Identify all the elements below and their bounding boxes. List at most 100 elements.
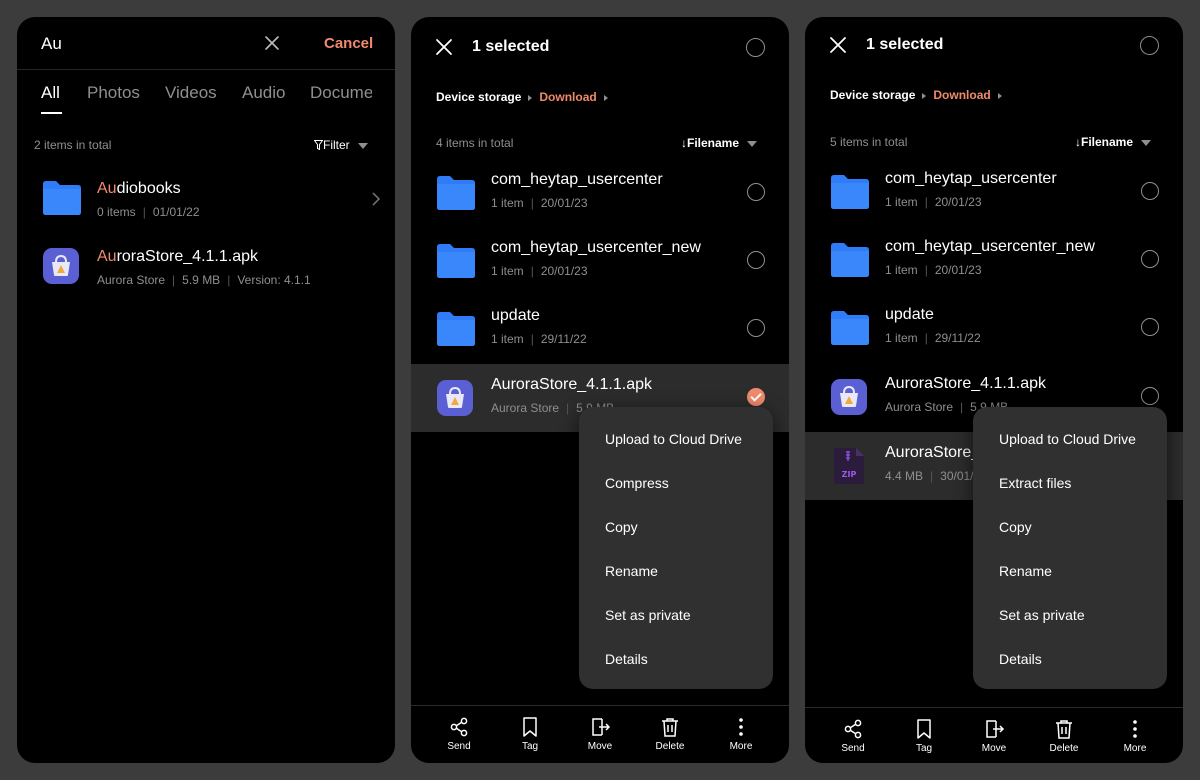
- move-button[interactable]: Move: [572, 716, 628, 752]
- item-count: 4 items in total: [436, 136, 514, 150]
- menu-item-set-private[interactable]: Set as private: [605, 607, 691, 623]
- item-count: 5 items in total: [830, 135, 908, 149]
- close-icon[interactable]: [435, 38, 453, 56]
- chevron-right-icon: [372, 192, 381, 206]
- file-name: com_heytap_usercenter: [491, 171, 663, 188]
- folder-icon: [437, 176, 475, 210]
- move-button[interactable]: Move: [966, 718, 1022, 754]
- select-all-checkbox[interactable]: [1140, 36, 1159, 55]
- menu-item-extract-files[interactable]: Extract files: [999, 475, 1071, 491]
- search-input[interactable]: Au: [41, 34, 62, 54]
- svg-text:ZIP: ZIP: [842, 470, 857, 479]
- list-item[interactable]: AuroraStore_4.1.1.apk Aurora Store|5.9 M…: [17, 232, 395, 300]
- bookmark-icon: [523, 717, 537, 737]
- select-checkbox[interactable]: [1141, 182, 1159, 200]
- menu-item-set-private[interactable]: Set as private: [999, 607, 1085, 623]
- select-checkbox[interactable]: [747, 319, 765, 337]
- sort-button[interactable]: ↓Filename: [1075, 135, 1152, 149]
- tab-audio[interactable]: Audio: [242, 83, 285, 103]
- filter-button[interactable]: Filter: [313, 138, 368, 152]
- more-label: More: [1123, 743, 1147, 754]
- list-item[interactable]: com_heytap_usercenter_new 1 item | 20/01/2…: [411, 227, 789, 295]
- send-button[interactable]: Send: [825, 718, 881, 754]
- bottom-toolbar: Send Tag Move Delete More: [411, 705, 789, 763]
- selection-title: 1 selected: [472, 38, 550, 55]
- menu-item-upload-cloud[interactable]: Upload to Cloud Drive: [605, 431, 742, 447]
- item-count: 2 items in total: [34, 138, 112, 152]
- tab-documents[interactable]: Docume: [310, 83, 372, 103]
- select-checkbox-checked[interactable]: [747, 388, 765, 406]
- more-button[interactable]: More: [713, 716, 769, 752]
- move-label: Move: [981, 743, 1007, 754]
- context-menu: Upload to Cloud Drive Compress Copy Rena…: [579, 407, 773, 689]
- menu-item-upload-cloud[interactable]: Upload to Cloud Drive: [999, 431, 1136, 447]
- breadcrumb-arrow-icon: [922, 92, 927, 99]
- file-name: AuroraStore_4.1.1.apk: [885, 375, 1046, 392]
- category-tabs: All Photos Videos Audio Docume: [17, 83, 372, 123]
- breadcrumb: Device storage Download: [830, 88, 1009, 102]
- breadcrumb-device-storage[interactable]: Device storage: [830, 88, 915, 102]
- more-button[interactable]: More: [1107, 718, 1163, 754]
- list-item[interactable]: Audiobooks 0 items | 01/01/22: [17, 164, 395, 232]
- send-label: Send: [447, 741, 471, 752]
- sort-label: Filename: [1081, 135, 1134, 149]
- delete-button[interactable]: Delete: [642, 716, 698, 752]
- tab-videos[interactable]: Videos: [165, 83, 217, 103]
- file-meta: Aurora Store | 5.9 MB | Version: 4.1.1: [97, 273, 311, 287]
- list-item[interactable]: com_heytap_usercenter_new 1 item | 20/01/2…: [805, 226, 1183, 294]
- file-name: AuroraStore_4.1.1.apk: [97, 248, 258, 265]
- chevron-down-icon: [357, 142, 368, 149]
- breadcrumb-device-storage[interactable]: Device storage: [436, 90, 521, 104]
- menu-item-copy[interactable]: Copy: [999, 519, 1032, 535]
- menu-item-rename[interactable]: Rename: [999, 563, 1052, 579]
- folder-icon: [831, 243, 869, 277]
- filter-icon: [313, 140, 324, 151]
- trash-icon: [662, 718, 678, 737]
- close-icon[interactable]: [829, 36, 847, 54]
- send-button[interactable]: Send: [431, 716, 487, 752]
- file-meta: 1 item | 20/01/23: [491, 196, 588, 210]
- select-checkbox[interactable]: [1141, 387, 1159, 405]
- breadcrumb-download[interactable]: Download: [933, 88, 990, 102]
- select-all-checkbox[interactable]: [746, 38, 765, 57]
- select-checkbox[interactable]: [1141, 318, 1159, 336]
- menu-item-rename[interactable]: Rename: [605, 563, 658, 579]
- selection-title: 1 selected: [866, 36, 944, 53]
- select-checkbox[interactable]: [747, 183, 765, 201]
- folder-icon: [831, 175, 869, 209]
- file-meta: 1 item | 20/01/23: [885, 195, 982, 209]
- share-icon: [450, 717, 468, 737]
- file-meta: 4.4 MB | 30/01/23: [885, 469, 987, 483]
- tab-all[interactable]: All: [41, 83, 60, 103]
- context-menu: Upload to Cloud Drive Extract files Copy…: [973, 407, 1167, 689]
- cancel-button[interactable]: Cancel: [324, 35, 373, 52]
- file-name: update: [885, 306, 934, 323]
- menu-item-compress[interactable]: Compress: [605, 475, 669, 491]
- more-vertical-icon: [1133, 720, 1137, 738]
- list-item[interactable]: com_heytap_usercenter 1 item | 20/01/23: [805, 158, 1183, 226]
- bottom-toolbar: Send Tag Move Delete More: [805, 707, 1183, 763]
- sort-button[interactable]: ↓Filename: [681, 136, 758, 150]
- list-item[interactable]: update 1 item | 29/11/22: [411, 295, 789, 363]
- delete-label: Delete: [1049, 743, 1079, 754]
- menu-item-details[interactable]: Details: [999, 651, 1042, 667]
- list-item[interactable]: com_heytap_usercenter 1 item | 20/01/23: [411, 159, 789, 227]
- delete-button[interactable]: Delete: [1036, 718, 1092, 754]
- menu-item-copy[interactable]: Copy: [605, 519, 638, 535]
- file-meta: 1 item | 29/11/22: [491, 332, 587, 346]
- clear-search-icon[interactable]: [262, 33, 282, 53]
- folder-icon: [437, 244, 475, 278]
- select-checkbox[interactable]: [747, 251, 765, 269]
- tab-photos[interactable]: Photos: [87, 83, 140, 103]
- breadcrumb-arrow-icon: [603, 94, 608, 101]
- tag-button[interactable]: Tag: [502, 716, 558, 752]
- file-meta: 1 item | 29/11/22: [885, 331, 981, 345]
- file-name: com_heytap_usercenter_new: [885, 238, 1095, 255]
- file-meta: 0 items | 01/01/22: [97, 205, 200, 219]
- menu-item-details[interactable]: Details: [605, 651, 648, 667]
- list-item[interactable]: update 1 item | 29/11/22: [805, 294, 1183, 362]
- tag-button[interactable]: Tag: [896, 718, 952, 754]
- breadcrumb-download[interactable]: Download: [539, 90, 596, 104]
- select-checkbox[interactable]: [1141, 250, 1159, 268]
- bookmark-icon: [917, 719, 931, 739]
